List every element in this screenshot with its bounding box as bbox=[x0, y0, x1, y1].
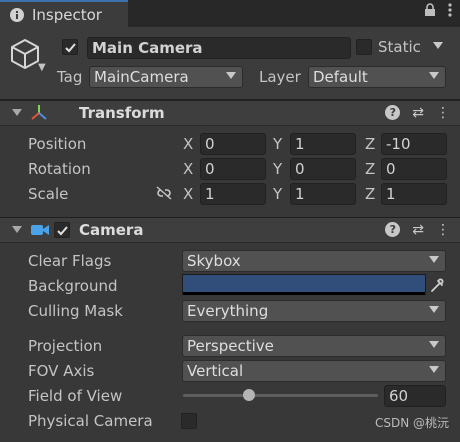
rotation-z-field[interactable]: 0 bbox=[381, 158, 447, 180]
axis-y-label[interactable]: Y bbox=[273, 160, 282, 178]
presets-icon[interactable]: ⇄ bbox=[412, 105, 424, 121]
rotation-y-field[interactable]: 0 bbox=[290, 158, 356, 180]
physical-camera-checkbox[interactable] bbox=[181, 413, 197, 429]
axis-x-label[interactable]: X bbox=[183, 185, 193, 203]
position-x-field[interactable]: 0 bbox=[200, 133, 266, 155]
active-toggle[interactable] bbox=[62, 39, 78, 55]
position-x-value: 0 bbox=[205, 135, 215, 153]
transform-icon bbox=[30, 104, 48, 126]
clear-flags-dropdown[interactable]: Skybox bbox=[182, 250, 446, 272]
camera-icon bbox=[30, 223, 50, 241]
clear-flags-label: Clear Flags bbox=[28, 252, 112, 270]
kebab-menu-icon[interactable]: ⋮ bbox=[436, 222, 450, 238]
transform-header[interactable]: Transform ? ⇄ ⋮ bbox=[0, 100, 460, 126]
lock-icon[interactable] bbox=[424, 3, 436, 21]
scale-z-field[interactable]: 1 bbox=[381, 183, 447, 205]
camera-enabled-toggle[interactable] bbox=[54, 222, 70, 238]
layer-value: Default bbox=[313, 68, 368, 86]
field-of-view-slider-thumb[interactable] bbox=[243, 389, 256, 401]
constrain-proportions-icon[interactable] bbox=[155, 186, 173, 204]
projection-dropdown[interactable]: Perspective bbox=[182, 335, 446, 357]
chevron-down-icon bbox=[429, 72, 439, 79]
camera-header[interactable]: Camera ? ⇄ ⋮ bbox=[0, 217, 460, 243]
position-y-value: 1 bbox=[295, 135, 305, 153]
culling-mask-value: Everything bbox=[187, 302, 269, 320]
alpha-bar bbox=[183, 292, 425, 295]
axis-z-label[interactable]: Z bbox=[365, 160, 375, 178]
culling-mask-dropdown[interactable]: Everything bbox=[182, 300, 446, 322]
chevron-down-icon bbox=[226, 72, 236, 79]
tab-title: Inspector bbox=[32, 5, 102, 24]
gameobject-name: Main Camera bbox=[92, 39, 203, 57]
scale-y-value: 1 bbox=[295, 185, 305, 203]
fov-axis-label: FOV Axis bbox=[28, 362, 95, 380]
chevron-down-icon bbox=[429, 306, 439, 313]
axis-z-label[interactable]: Z bbox=[365, 185, 375, 203]
watermark: CSDN @桃沅 bbox=[375, 416, 450, 430]
field-of-view-field[interactable]: 60 bbox=[384, 385, 446, 407]
projection-value: Perspective bbox=[187, 337, 274, 355]
physical-camera-label: Physical Camera bbox=[28, 412, 153, 430]
clear-flags-value: Skybox bbox=[187, 252, 241, 270]
axis-z-label[interactable]: Z bbox=[365, 135, 375, 153]
rotation-x-value: 0 bbox=[205, 160, 215, 178]
tag-value: MainCamera bbox=[94, 68, 189, 86]
scale-z-value: 1 bbox=[386, 185, 396, 203]
position-label: Position bbox=[28, 135, 87, 153]
tag-dropdown[interactable]: MainCamera bbox=[89, 66, 243, 88]
field-of-view-slider-track[interactable] bbox=[183, 394, 378, 397]
kebab-menu-icon[interactable] bbox=[448, 3, 452, 21]
background-color-fill bbox=[183, 275, 425, 292]
position-y-field[interactable]: 1 bbox=[290, 133, 356, 155]
rotation-y-value: 0 bbox=[295, 160, 305, 178]
foldout-arrow-icon[interactable] bbox=[12, 109, 22, 116]
help-icon[interactable]: ? bbox=[385, 105, 401, 120]
camera-title: Camera bbox=[79, 221, 144, 239]
tab-bar: Inspector bbox=[0, 0, 460, 27]
chevron-down-icon bbox=[429, 256, 439, 263]
eyedropper-icon[interactable] bbox=[430, 277, 444, 297]
chevron-down-icon bbox=[429, 366, 439, 373]
field-of-view-label: Field of View bbox=[28, 387, 123, 405]
static-dropdown-arrow-icon[interactable] bbox=[433, 42, 443, 49]
projection-label: Projection bbox=[28, 337, 103, 355]
chevron-down-icon[interactable]: ▼ bbox=[38, 62, 46, 73]
tab-inspector[interactable]: Inspector bbox=[0, 0, 128, 27]
background-color-swatch[interactable] bbox=[182, 274, 426, 295]
chevron-down-icon bbox=[429, 341, 439, 348]
transform-title: Transform bbox=[79, 104, 165, 122]
field-of-view-value: 60 bbox=[389, 387, 409, 405]
rotation-label: Rotation bbox=[28, 160, 91, 178]
foldout-arrow-icon[interactable] bbox=[12, 226, 22, 233]
background-label: Background bbox=[28, 277, 118, 295]
static-label: Static bbox=[378, 38, 421, 56]
info-icon bbox=[8, 6, 26, 24]
rotation-z-value: 0 bbox=[386, 160, 396, 178]
kebab-menu-icon[interactable]: ⋮ bbox=[436, 105, 450, 121]
position-z-field[interactable]: -10 bbox=[381, 133, 447, 155]
scale-label: Scale bbox=[28, 185, 69, 203]
static-checkbox[interactable] bbox=[356, 39, 372, 55]
scale-x-field[interactable]: 1 bbox=[200, 183, 266, 205]
fov-axis-dropdown[interactable]: Vertical bbox=[182, 360, 446, 382]
layer-label: Layer bbox=[259, 68, 301, 86]
axis-x-label[interactable]: X bbox=[183, 135, 193, 153]
presets-icon[interactable]: ⇄ bbox=[412, 222, 424, 238]
axis-y-label[interactable]: Y bbox=[273, 135, 282, 153]
scale-x-value: 1 bbox=[205, 185, 215, 203]
scale-y-field[interactable]: 1 bbox=[290, 183, 356, 205]
rotation-x-field[interactable]: 0 bbox=[200, 158, 266, 180]
layer-dropdown[interactable]: Default bbox=[308, 66, 446, 88]
tag-label: Tag bbox=[57, 68, 83, 86]
position-z-value: -10 bbox=[386, 135, 411, 153]
axis-x-label[interactable]: X bbox=[183, 160, 193, 178]
help-icon[interactable]: ? bbox=[385, 222, 401, 237]
culling-mask-label: Culling Mask bbox=[28, 302, 123, 320]
gameobject-name-field[interactable]: Main Camera bbox=[87, 37, 351, 59]
fov-axis-value: Vertical bbox=[187, 362, 244, 380]
axis-y-label[interactable]: Y bbox=[273, 185, 282, 203]
